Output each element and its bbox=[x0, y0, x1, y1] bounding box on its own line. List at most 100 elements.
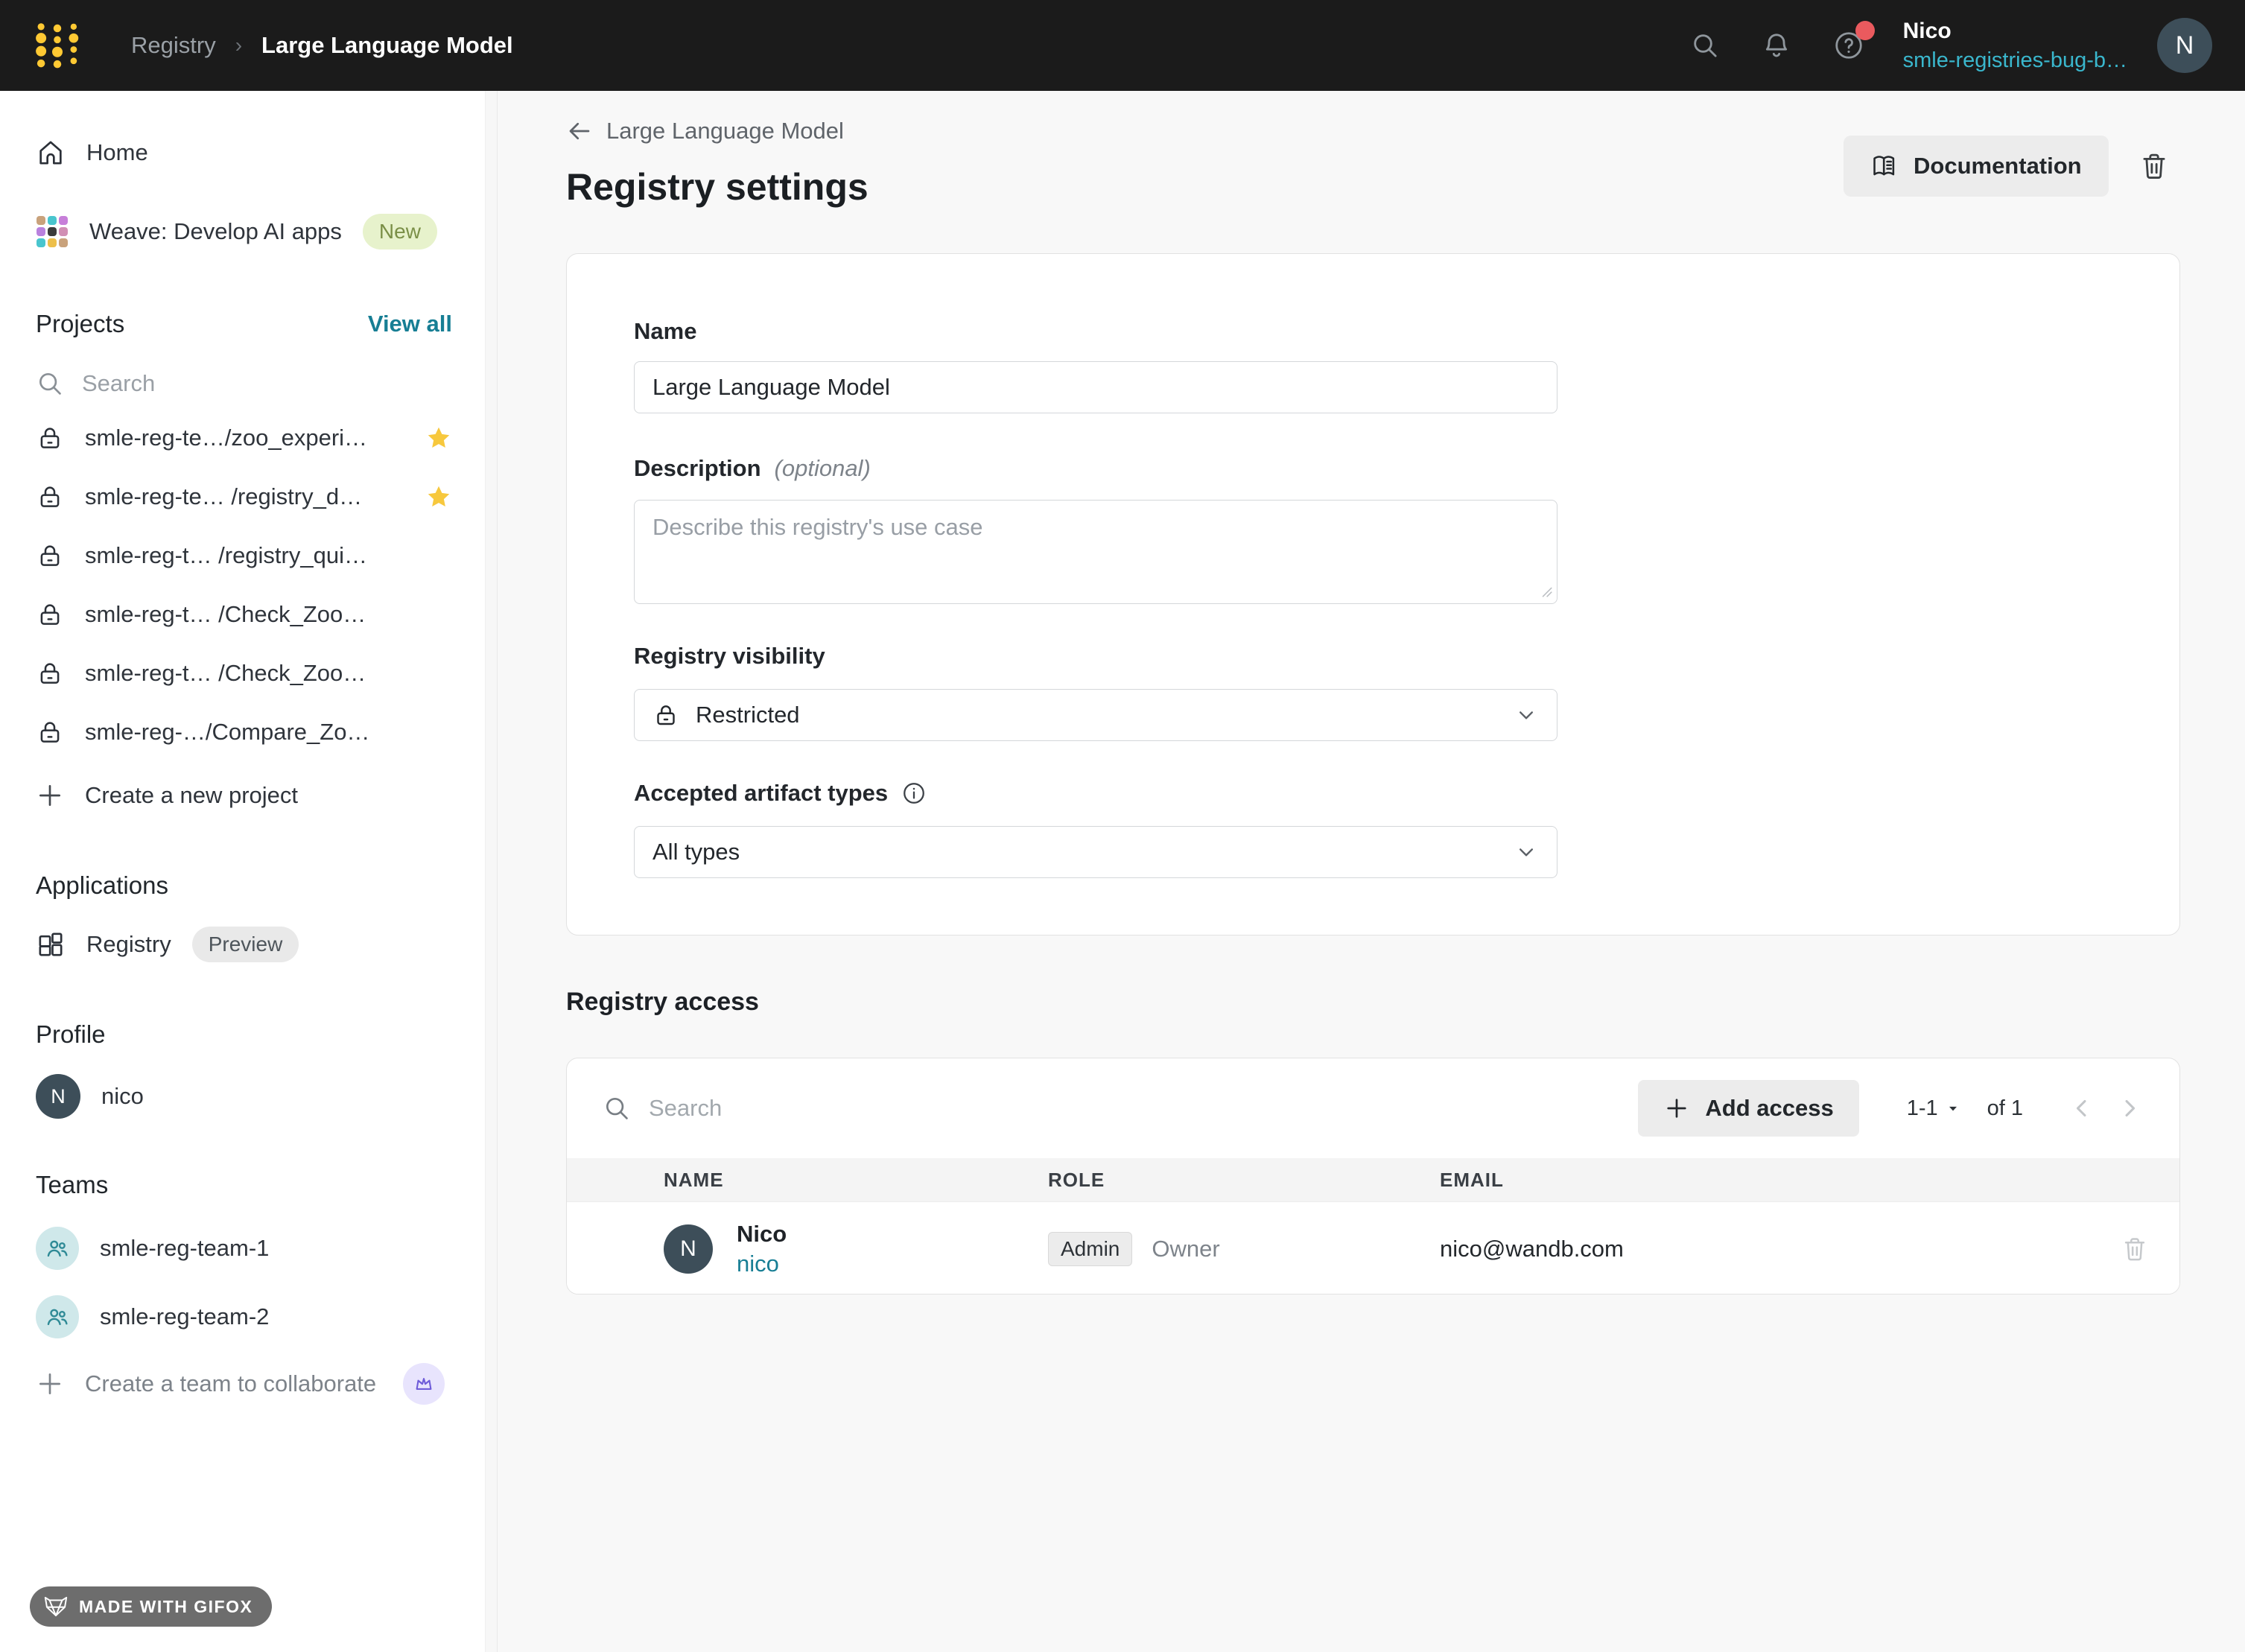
projects-search[interactable] bbox=[36, 359, 497, 408]
sidebar-project-item[interactable]: smle-reg-t… /registry_qui… bbox=[36, 526, 497, 585]
artifact-types-value: All types bbox=[652, 839, 740, 865]
sidebar-home-label: Home bbox=[86, 139, 148, 165]
access-toolbar: Add access 1-1 of 1 bbox=[567, 1058, 2179, 1158]
chevron-left-icon[interactable] bbox=[2068, 1094, 2096, 1122]
team-avatar bbox=[36, 1227, 79, 1270]
topbar-right: Nico smle-registries-bug-b… N bbox=[1690, 18, 2212, 73]
name-label: Name bbox=[634, 318, 2112, 345]
page-range-dropdown[interactable]: 1-1 bbox=[1907, 1096, 1960, 1121]
access-table-row: N Nico nico Admin Owner nico@wandb.com bbox=[567, 1201, 2179, 1294]
lock-icon bbox=[36, 483, 64, 511]
user-menu[interactable]: Nico smle-registries-bug-b… bbox=[1903, 19, 2127, 73]
access-table-header: NAME ROLE EMAIL bbox=[567, 1158, 2179, 1201]
star-icon[interactable] bbox=[425, 483, 452, 510]
access-search-input[interactable] bbox=[649, 1095, 1096, 1122]
breadcrumb-registry[interactable]: Registry bbox=[131, 32, 216, 59]
description-label: Description (optional) bbox=[634, 455, 2112, 482]
notifications-bell-icon[interactable] bbox=[1762, 31, 1791, 60]
member-username-link[interactable]: nico bbox=[737, 1251, 787, 1277]
create-project-button[interactable]: Create a new project bbox=[36, 767, 497, 824]
sidebar-scrollbar[interactable] bbox=[485, 91, 497, 1652]
projects-view-all-link[interactable]: View all bbox=[368, 311, 452, 337]
lock-icon bbox=[36, 541, 64, 570]
lock-icon bbox=[652, 702, 679, 728]
top-navbar: Registry › Large Language Model Nico sml… bbox=[0, 0, 2245, 91]
arrow-left-icon bbox=[566, 118, 593, 144]
caret-down-icon bbox=[1946, 1101, 1960, 1116]
page-title: Registry settings bbox=[566, 166, 869, 208]
weave-icon bbox=[36, 215, 69, 248]
people-icon bbox=[45, 1236, 70, 1261]
search-icon[interactable] bbox=[1690, 31, 1720, 60]
member-email-cell: nico@wandb.com bbox=[1440, 1235, 1624, 1262]
sidebar-item-profile-nico[interactable]: N nico bbox=[36, 1064, 497, 1129]
star-icon[interactable] bbox=[425, 425, 452, 451]
chevron-down-icon bbox=[1514, 839, 1539, 865]
lock-icon bbox=[36, 424, 64, 452]
access-search[interactable] bbox=[603, 1094, 1638, 1122]
sidebar-item-registry[interactable]: Registry Preview bbox=[36, 915, 497, 974]
sidebar-project-item[interactable]: smle-reg-te…/zoo_experi… bbox=[36, 408, 497, 467]
chevron-right-icon[interactable] bbox=[2115, 1094, 2144, 1122]
team-name: smle-reg-team-2 bbox=[100, 1303, 270, 1329]
book-icon bbox=[1870, 152, 1899, 180]
sidebar-project-item[interactable]: smle-reg-te… /registry_d… bbox=[36, 467, 497, 526]
description-optional-text: (optional) bbox=[774, 455, 871, 481]
create-team-button[interactable]: Create a team to collaborate bbox=[36, 1356, 497, 1412]
documentation-button[interactable]: Documentation bbox=[1844, 136, 2109, 197]
registry-label: Registry bbox=[86, 931, 171, 957]
resize-grip-icon[interactable] bbox=[1540, 585, 1553, 598]
gifox-badge[interactable]: MADE WITH GIFOX bbox=[30, 1586, 273, 1627]
sidebar-project-item[interactable]: smle-reg-…/Compare_Zo… bbox=[36, 702, 497, 761]
home-icon bbox=[36, 138, 66, 168]
name-input[interactable] bbox=[634, 361, 1557, 413]
artifact-types-label: Accepted artifact types bbox=[634, 780, 2112, 807]
breadcrumb: Registry › Large Language Model bbox=[131, 32, 513, 59]
projects-search-input[interactable] bbox=[82, 370, 365, 397]
delete-registry-icon[interactable] bbox=[2138, 150, 2170, 182]
add-access-label: Add access bbox=[1705, 1095, 1834, 1121]
help-icon[interactable] bbox=[1833, 21, 1875, 61]
remove-member-trash-icon[interactable] bbox=[2121, 1235, 2149, 1263]
lock-icon bbox=[36, 718, 64, 746]
lock-icon bbox=[36, 659, 64, 687]
sidebar-item-team-1[interactable]: smle-reg-team-1 bbox=[36, 1219, 497, 1278]
description-textarea[interactable] bbox=[634, 500, 1557, 604]
search-icon bbox=[603, 1094, 631, 1122]
people-icon bbox=[45, 1304, 70, 1329]
sidebar-item-home[interactable]: Home bbox=[36, 127, 497, 179]
add-access-button[interactable]: Add access bbox=[1638, 1080, 1859, 1137]
team-name: smle-reg-team-1 bbox=[100, 1235, 270, 1261]
sidebar-item-team-2[interactable]: smle-reg-team-2 bbox=[36, 1287, 497, 1347]
projects-section-header: Projects View all bbox=[36, 299, 497, 349]
documentation-label: Documentation bbox=[1914, 153, 2082, 179]
sidebar-project-item[interactable]: smle-reg-t… /Check_Zoo… bbox=[36, 644, 497, 702]
artifact-types-label-text: Accepted artifact types bbox=[634, 780, 889, 806]
role-owner-label: Owner bbox=[1152, 1235, 1220, 1262]
preview-badge: Preview bbox=[191, 927, 299, 962]
user-team-link[interactable]: smle-registries-bug-b… bbox=[1903, 48, 2127, 73]
new-badge: New bbox=[362, 214, 437, 250]
visibility-label: Registry visibility bbox=[634, 643, 2112, 670]
description-label-text: Description bbox=[634, 455, 761, 481]
member-display-name: Nico bbox=[737, 1220, 787, 1247]
column-name: NAME bbox=[664, 1168, 724, 1191]
projects-title: Projects bbox=[36, 310, 125, 337]
profile-title: Profile bbox=[36, 1020, 106, 1048]
info-icon[interactable] bbox=[901, 781, 927, 806]
wandb-logo-icon[interactable] bbox=[33, 19, 82, 72]
gifox-label: MADE WITH GIFOX bbox=[79, 1596, 253, 1616]
artifact-types-select[interactable]: All types bbox=[634, 826, 1557, 878]
member-name-cell: N Nico nico bbox=[664, 1221, 1048, 1277]
sidebar-item-weave[interactable]: Weave: Develop AI apps New bbox=[36, 206, 497, 258]
member-role-cell: Admin Owner bbox=[1048, 1231, 1440, 1266]
plus-icon bbox=[1663, 1095, 1690, 1122]
visibility-select[interactable]: Restricted bbox=[634, 689, 1557, 741]
registry-access-card: Add access 1-1 of 1 NAME ROLE EMAIL bbox=[566, 1058, 2180, 1294]
user-avatar[interactable]: N bbox=[2157, 18, 2212, 73]
breadcrumb-current: Large Language Model bbox=[261, 32, 513, 58]
sidebar-project-item[interactable]: smle-reg-t… /Check_Zoo… bbox=[36, 585, 497, 644]
registry-app-icon bbox=[36, 930, 66, 959]
member-avatar: N bbox=[664, 1224, 713, 1274]
back-link[interactable]: Large Language Model bbox=[566, 118, 844, 144]
